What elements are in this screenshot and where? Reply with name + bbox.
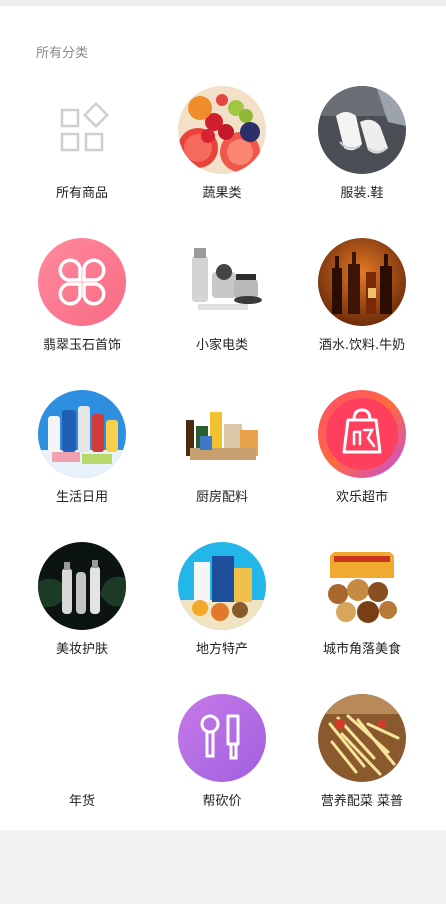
fruit-photo bbox=[178, 86, 266, 174]
category-jade-jewelry[interactable]: 翡翠玉石首饰 bbox=[12, 236, 152, 388]
category-new-year-goods[interactable]: 年货 bbox=[12, 692, 152, 844]
category-happy-supermarket[interactable]: 欢乐超市 bbox=[292, 388, 432, 540]
category-label: 蔬果类 bbox=[202, 186, 242, 201]
category-drinks[interactable]: 酒水.饮料.牛奶 bbox=[292, 236, 432, 388]
category-small-appliances[interactable]: 小家电类 bbox=[152, 236, 292, 388]
category-label: 年货 bbox=[68, 794, 95, 809]
category-label: 美妆护肤 bbox=[55, 642, 108, 657]
appliance-photo bbox=[178, 238, 266, 326]
category-label: 翡翠玉石首饰 bbox=[42, 338, 121, 353]
category-label: 小家电类 bbox=[195, 338, 248, 353]
vegetable-photo bbox=[318, 694, 406, 782]
category-help-bargain[interactable]: 帮砍价 bbox=[152, 692, 292, 844]
category-label: 营养配菜 菜普 bbox=[320, 794, 404, 809]
category-nutrition-dishes[interactable]: 营养配菜 菜普 bbox=[292, 692, 432, 844]
grid-icon bbox=[38, 86, 126, 174]
category-label: 生活日用 bbox=[55, 490, 108, 505]
section-title: 所有分类 bbox=[36, 46, 89, 61]
daily-goods-photo bbox=[38, 390, 126, 478]
liquor-photo bbox=[318, 238, 406, 326]
category-all-products[interactable]: 所有商品 bbox=[12, 84, 152, 236]
specialty-photo bbox=[178, 542, 266, 630]
category-label: 地方特产 bbox=[195, 642, 248, 657]
knife-icon bbox=[178, 694, 266, 782]
category-label: 欢乐超市 bbox=[335, 490, 388, 505]
category-label: 城市角落美食 bbox=[322, 642, 401, 657]
category-local-specialties[interactable]: 地方特产 bbox=[152, 540, 292, 692]
category-grid: 所有商品 蔬果类 服装.鞋 翡翠玉石首饰 小家电类 酒水.饮料.牛奶 生活日用 … bbox=[12, 84, 434, 844]
clover-icon bbox=[38, 238, 126, 326]
category-cosmetics[interactable]: 美妆护肤 bbox=[12, 540, 152, 692]
category-label: 帮砍价 bbox=[202, 794, 242, 809]
category-label: 所有商品 bbox=[55, 186, 108, 201]
kitchen-photo bbox=[178, 390, 266, 478]
category-daily-goods[interactable]: 生活日用 bbox=[12, 388, 152, 540]
category-panel: 所有分类 所有商品 蔬果类 服装.鞋 翡翠玉石首饰 小家电类 酒水.饮料.牛奶 … bbox=[0, 6, 446, 830]
cosmetics-photo bbox=[38, 542, 126, 630]
category-label: 酒水.饮料.牛奶 bbox=[318, 338, 406, 353]
snacks-photo bbox=[318, 542, 406, 630]
category-label: 厨房配料 bbox=[195, 490, 248, 505]
category-kitchen-seasonings[interactable]: 厨房配料 bbox=[152, 388, 292, 540]
shoes-photo bbox=[318, 86, 406, 174]
category-clothes-shoes[interactable]: 服装.鞋 bbox=[292, 84, 432, 236]
category-label: 服装.鞋 bbox=[340, 186, 384, 201]
shopping-bag-icon bbox=[318, 390, 406, 478]
category-city-snacks[interactable]: 城市角落美食 bbox=[292, 540, 432, 692]
category-fruits[interactable]: 蔬果类 bbox=[152, 84, 292, 236]
